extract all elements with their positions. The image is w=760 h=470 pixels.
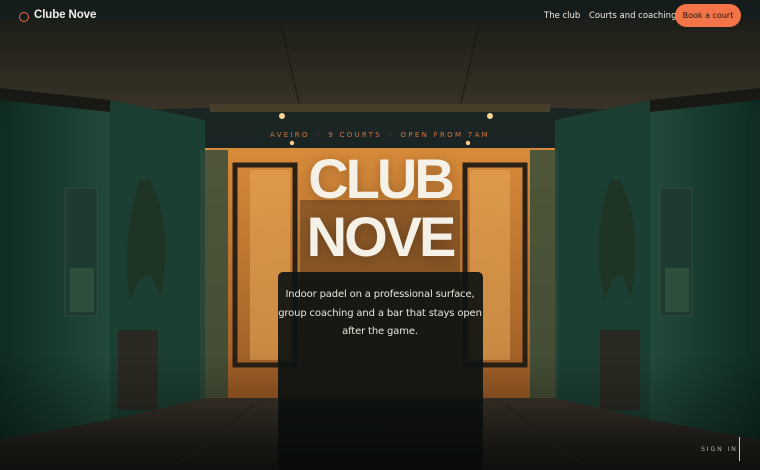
nav-link-courts-and-coaching[interactable]: Courts and coaching bbox=[589, 11, 676, 21]
hero-title: CLUB NOVE bbox=[0, 150, 760, 266]
brand-name[interactable]: Clube Nove bbox=[34, 9, 96, 21]
logo-ring-icon bbox=[19, 12, 29, 22]
eyebrow-separator: · bbox=[389, 131, 394, 139]
book-a-court-button[interactable]: Book a court bbox=[675, 4, 741, 27]
eyebrow-hours: OPEN FROM 7AM bbox=[400, 131, 490, 139]
nav-link-the-club[interactable]: The club bbox=[544, 11, 580, 21]
eyebrow-courts: 9 COURTS bbox=[328, 131, 382, 139]
hero-lede: Indoor padel on a professional surface, … bbox=[278, 289, 482, 337]
hero-title-line-2: NOVE bbox=[306, 205, 457, 268]
eyebrow-location: AVEIRO bbox=[269, 131, 310, 139]
hero-eyebrow: AVEIRO · 9 COURTS · OPEN FROM 7AM bbox=[0, 131, 760, 139]
eyebrow-separator: · bbox=[316, 131, 322, 139]
hero-title-line-1: CLUB bbox=[308, 147, 455, 210]
sign-in-link[interactable]: SIGN IN bbox=[701, 446, 738, 453]
top-navigation-bar: Clube Nove The club Courts and coaching … bbox=[0, 0, 760, 32]
sign-in-divider bbox=[739, 437, 740, 461]
